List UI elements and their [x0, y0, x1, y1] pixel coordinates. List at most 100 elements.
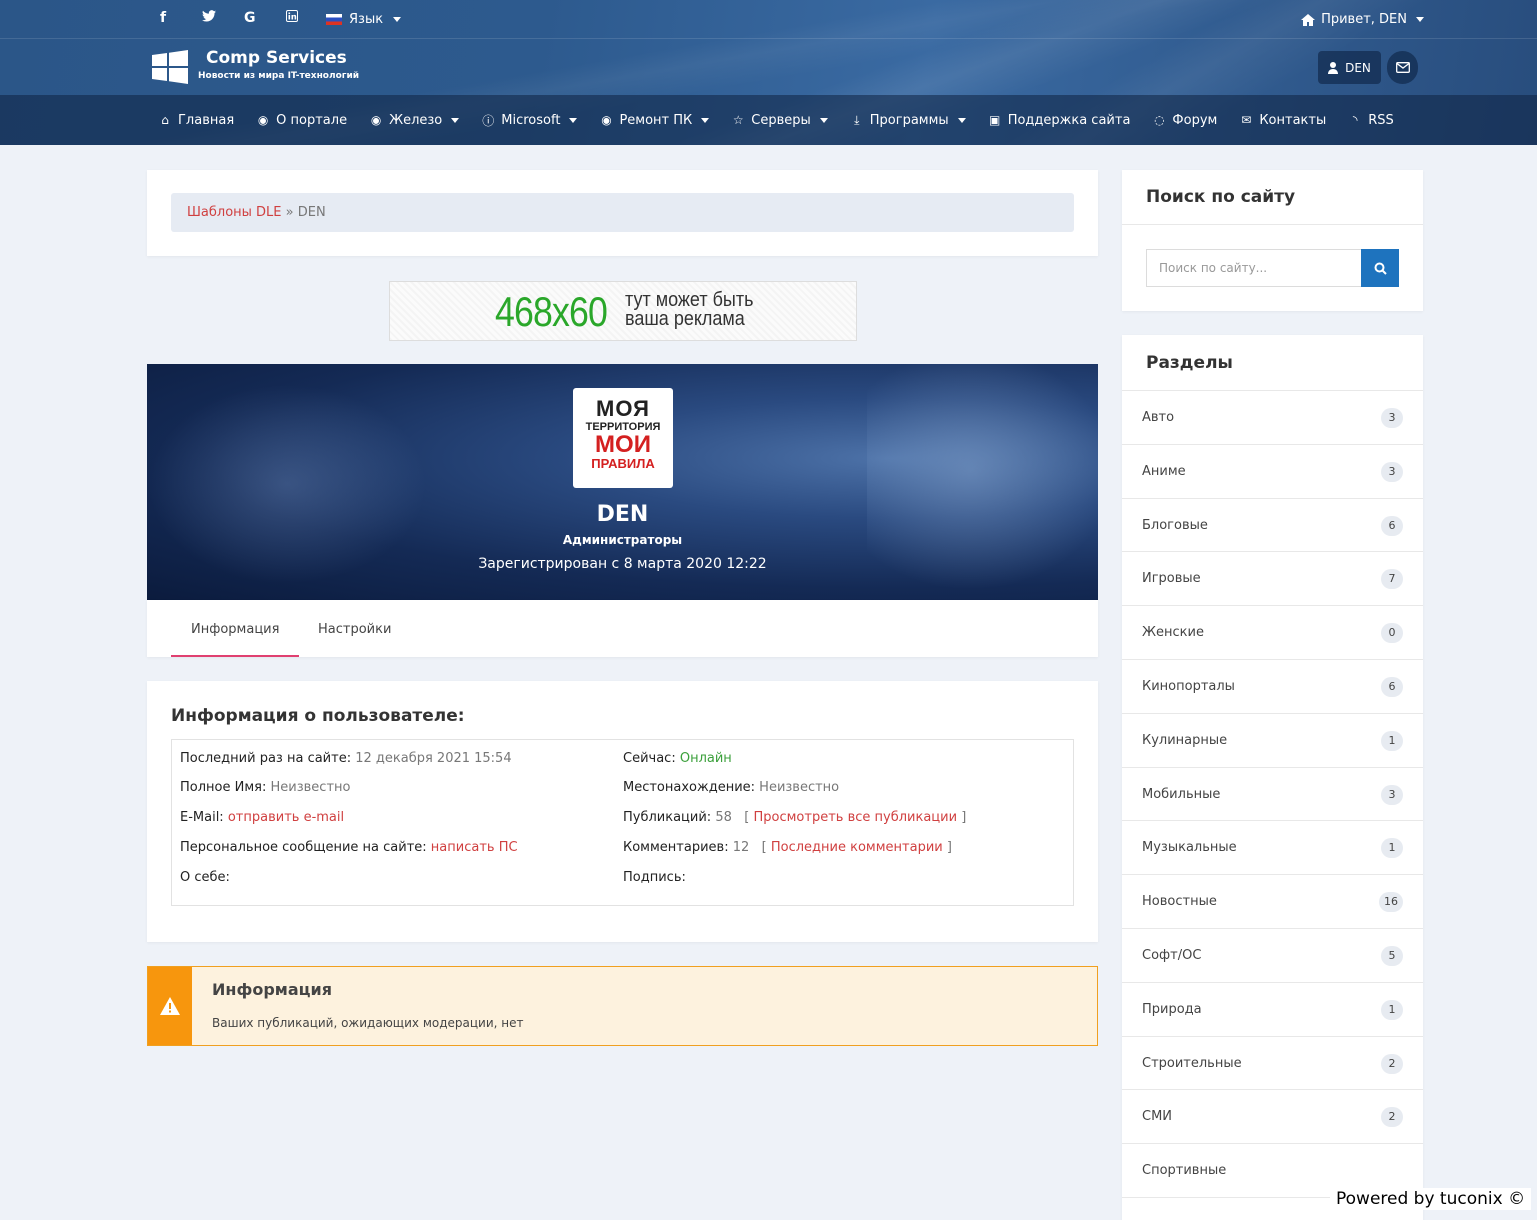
caret-down-icon	[957, 117, 966, 123]
site-title[interactable]: Comp Services	[206, 48, 347, 68]
nav-item-7[interactable]: ▣ Поддержка сайта	[988, 112, 1131, 128]
category-name: Софт/ОС	[1142, 947, 1202, 963]
language-selector[interactable]: Язык	[326, 12, 402, 27]
nav-item-5[interactable]: ☆ Серверы	[731, 113, 828, 128]
category-count-badge: 3	[1381, 408, 1403, 428]
nav-item-10[interactable]: ◝ RSS	[1348, 113, 1394, 128]
location-value: Неизвестно	[759, 780, 840, 795]
pm-row: Персональное сообщение на сайте: написат…	[180, 840, 518, 855]
last-visit-value: 12 декабря 2021 15:54	[355, 751, 512, 766]
twitter-icon[interactable]	[202, 10, 244, 26]
write-pm-link[interactable]: написать ПС	[431, 840, 518, 855]
comments-row: Комментариев: 12 [ Последние комментарии…	[623, 840, 952, 855]
warning-icon	[160, 997, 180, 1015]
nav-item-3[interactable]: ⓘ Microsoft	[481, 112, 578, 129]
category-count-badge: 7	[1381, 569, 1403, 590]
category-item[interactable]: Софт/ОС 5	[1122, 929, 1423, 983]
email-label: E-Mail:	[180, 810, 224, 825]
category-item[interactable]: Аниме 3	[1122, 445, 1423, 499]
send-email-link[interactable]: отправить e-mail	[228, 810, 344, 825]
comments-icon: ◌	[1154, 113, 1165, 127]
messages-button[interactable]	[1387, 51, 1418, 84]
category-count-badge: 0	[1381, 623, 1403, 644]
caret-down-icon	[569, 117, 578, 123]
search-input[interactable]: Поиск по сайту...	[1146, 249, 1361, 287]
last-visit-label: Последний раз на сайте:	[180, 751, 352, 766]
category-count-badge: 3	[1381, 461, 1403, 482]
nav-item-4[interactable]: ◉ Ремонт ПК	[599, 112, 710, 128]
globe-icon: ◉	[370, 113, 382, 127]
profile-group: Администраторы	[562, 533, 683, 547]
breadcrumb-link-home[interactable]: Шаблоны DLE	[187, 205, 282, 220]
download-icon: ⤓	[854, 112, 860, 127]
alert-title: Информация	[212, 980, 332, 999]
nav-item-label: Microsoft	[501, 112, 561, 128]
nav-item-1[interactable]: ◉ О портале	[256, 113, 347, 128]
category-item[interactable]: Природа 1	[1122, 983, 1423, 1037]
nav-item-9[interactable]: ✉ Контакты	[1239, 113, 1326, 128]
email-row: E-Mail: отправить e-mail	[180, 810, 344, 825]
windows-logo-icon[interactable]	[152, 50, 188, 84]
avatar-line-4: ПРАВИЛА	[591, 456, 655, 471]
category-item[interactable]: Кулинарные 1	[1122, 714, 1423, 768]
category-item[interactable]: Игровые 7	[1122, 552, 1423, 607]
category-count-badge: 2	[1381, 1053, 1403, 1074]
comments-label: Комментариев:	[623, 840, 729, 855]
nav-item-label: Ремонт ПК	[619, 112, 693, 128]
divider	[1122, 224, 1423, 225]
nav-item-label: Серверы	[751, 112, 811, 128]
home-icon	[1301, 13, 1316, 26]
caret-down-icon	[393, 17, 402, 22]
nav-item-0[interactable]: ⌂ Главная	[158, 113, 234, 128]
nav-item-label: Железо	[389, 112, 443, 128]
categories-list: Авто 3 Аниме 3 Блоговые 6 Игровые 7 Женские 0 Кино…	[1122, 391, 1423, 1198]
status-label: Сейчас:	[623, 751, 676, 766]
main-navigation: ⌂ Главная ◉ О портале ◉ Железо ⓘ Microsoft ◉ Ремо…	[0, 95, 1537, 145]
category-item[interactable]: Новостные 16	[1122, 875, 1423, 929]
search-button[interactable]	[1361, 249, 1399, 287]
category-item[interactable]: Женские 0	[1122, 606, 1423, 660]
nav-item-label: Главная	[178, 112, 235, 128]
category-name: Природа	[1142, 1001, 1202, 1017]
rss-icon: ◝	[1352, 113, 1358, 127]
category-count-badge: 6	[1381, 515, 1403, 536]
posts-count: 58	[715, 810, 732, 825]
status-row: Сейчас: Онлайн	[623, 751, 732, 766]
nav-item-8[interactable]: ◌ Форум	[1152, 113, 1217, 128]
posts-label: Публикаций:	[623, 810, 712, 825]
category-name: Строительные	[1142, 1055, 1242, 1071]
linkedin-icon[interactable]	[286, 10, 328, 26]
avatar[interactable]: МОЯ ТЕРРИТОРИЯ МОИ ПРАВИЛА	[573, 388, 673, 488]
info-icon: ⓘ	[482, 113, 495, 128]
category-item[interactable]: Строительные 2	[1122, 1037, 1423, 1091]
social-links: f G	[160, 10, 328, 26]
ad-banner[interactable]: 468x60 тут может быть ваша реклама	[389, 281, 857, 341]
nav-item-label: Контакты	[1259, 112, 1327, 128]
category-name: Игровые	[1142, 571, 1201, 587]
nav-item-2[interactable]: ◉ Железо	[369, 112, 460, 128]
tab-settings[interactable]: Настройки	[318, 622, 391, 637]
tab-information[interactable]: Информация	[191, 622, 279, 637]
site-header: f G Язык Привет, DEN Comp Services Новос…	[0, 0, 1537, 145]
category-name: Авто	[1142, 410, 1175, 425]
nav-item-label: Поддержка сайта	[1007, 112, 1131, 128]
view-all-posts-link[interactable]: Просмотреть все публикации	[754, 810, 958, 825]
category-item[interactable]: Блоговые 6	[1122, 499, 1423, 553]
category-item[interactable]: Кинопорталы 6	[1122, 660, 1423, 714]
profile-banner: МОЯ ТЕРРИТОРИЯ МОИ ПРАВИЛА DEN Администр…	[147, 364, 1098, 600]
category-item[interactable]: Мобильные 3	[1122, 768, 1423, 822]
category-item[interactable]: Музыкальные 1	[1122, 821, 1423, 876]
top-bar: f G Язык Привет, DEN	[0, 0, 1537, 39]
category-item[interactable]: СМИ 2	[1122, 1090, 1423, 1145]
envelope-icon	[1395, 62, 1410, 73]
last-comments-link[interactable]: Последние комментарии	[771, 840, 943, 855]
category-count-badge: 3	[1381, 784, 1403, 805]
user-greeting-menu[interactable]: Привет, DEN	[1301, 12, 1424, 27]
nav-item-6[interactable]: ⤓ Программы	[850, 113, 966, 128]
caret-down-icon	[701, 117, 710, 123]
category-item[interactable]: Авто 3	[1122, 391, 1423, 445]
banner-background-art	[147, 384, 427, 584]
facebook-icon[interactable]: f	[160, 10, 202, 26]
user-profile-button[interactable]: DEN	[1318, 51, 1381, 84]
google-icon[interactable]: G	[244, 10, 286, 26]
